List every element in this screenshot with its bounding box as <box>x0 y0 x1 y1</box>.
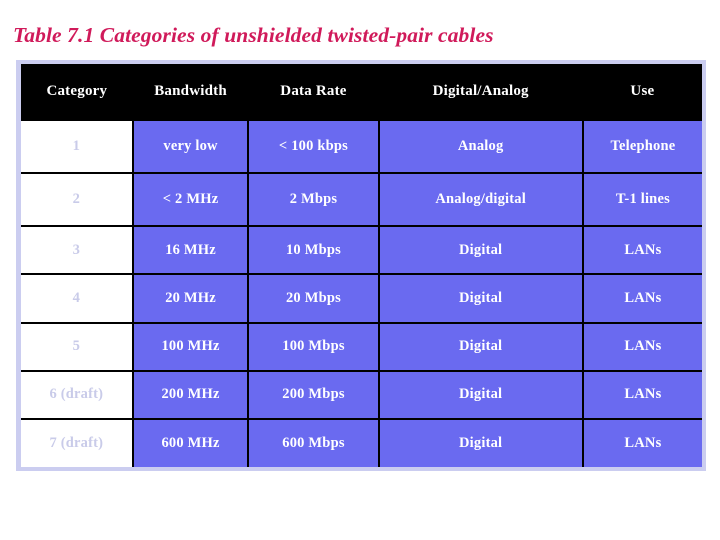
table-row: 4 20 MHz 20 Mbps Digital LANs <box>21 273 702 324</box>
cell-bandwidth: 600 MHz <box>131 417 250 467</box>
cell-digital-analog: Digital <box>377 273 584 324</box>
cell-bandwidth: 100 MHz <box>131 321 250 372</box>
cell-use: LANs <box>581 321 702 372</box>
cell-bandwidth: very low <box>131 118 250 175</box>
cell-bandwidth: 20 MHz <box>131 273 250 324</box>
cell-use: LANs <box>581 273 702 324</box>
cell-use: Telephone <box>581 118 702 175</box>
cell-data-rate: 2 Mbps <box>247 172 380 228</box>
cell-bandwidth: 200 MHz <box>131 369 250 420</box>
cell-digital-analog: Digital <box>377 369 584 420</box>
cell-category: 2 <box>21 172 134 228</box>
table-body: 1 very low < 100 kbps Analog Telephone 2… <box>21 118 702 467</box>
column-header-digital-analog: Digital/Analog <box>378 64 583 120</box>
cell-category: 5 <box>21 321 134 372</box>
cell-use: T-1 lines <box>581 172 702 228</box>
column-header-category: Category <box>21 64 133 120</box>
table-row: 3 16 MHz 10 Mbps Digital LANs <box>21 225 702 276</box>
column-header-bandwidth: Bandwidth <box>132 64 249 120</box>
table-header: Category Bandwidth Data Rate Digital/Ana… <box>21 64 702 120</box>
cell-category: 6 (draft) <box>21 369 134 420</box>
column-header-use: Use <box>582 64 702 120</box>
cell-category: 3 <box>21 225 134 276</box>
table-frame: Category Bandwidth Data Rate Digital/Ana… <box>16 60 706 471</box>
cell-data-rate: 10 Mbps <box>247 225 380 276</box>
slide: Table 7.1 Categories of unshielded twist… <box>0 0 720 540</box>
table-row: 5 100 MHz 100 Mbps Digital LANs <box>21 321 702 372</box>
cell-data-rate: 200 Mbps <box>247 369 380 420</box>
cell-category: 7 (draft) <box>21 417 134 467</box>
table-row: 7 (draft) 600 MHz 600 Mbps Digital LANs <box>21 417 702 467</box>
cell-data-rate: 20 Mbps <box>247 273 380 324</box>
cell-bandwidth: < 2 MHz <box>131 172 250 228</box>
cell-data-rate: 600 Mbps <box>247 417 380 467</box>
cell-category: 1 <box>21 118 134 175</box>
cell-use: LANs <box>581 417 702 467</box>
cell-digital-analog: Digital <box>377 417 584 467</box>
column-header-data-rate: Data Rate <box>248 64 379 120</box>
cell-use: LANs <box>581 225 702 276</box>
cell-data-rate: < 100 kbps <box>247 118 380 175</box>
cell-digital-analog: Digital <box>377 225 584 276</box>
table-row: 6 (draft) 200 MHz 200 Mbps Digital LANs <box>21 369 702 420</box>
table-row: 2 < 2 MHz 2 Mbps Analog/digital T-1 line… <box>21 172 702 228</box>
cell-bandwidth: 16 MHz <box>131 225 250 276</box>
table-row: 1 very low < 100 kbps Analog Telephone <box>21 118 702 175</box>
cell-category: 4 <box>21 273 134 324</box>
cell-digital-analog: Analog/digital <box>377 172 584 228</box>
cell-digital-analog: Analog <box>377 118 584 175</box>
utp-categories-table: Category Bandwidth Data Rate Digital/Ana… <box>21 64 702 467</box>
cell-data-rate: 100 Mbps <box>247 321 380 372</box>
page-title: Table 7.1 Categories of unshielded twist… <box>13 23 494 47</box>
table-header-row: Category Bandwidth Data Rate Digital/Ana… <box>21 64 702 120</box>
cell-use: LANs <box>581 369 702 420</box>
cell-digital-analog: Digital <box>377 321 584 372</box>
